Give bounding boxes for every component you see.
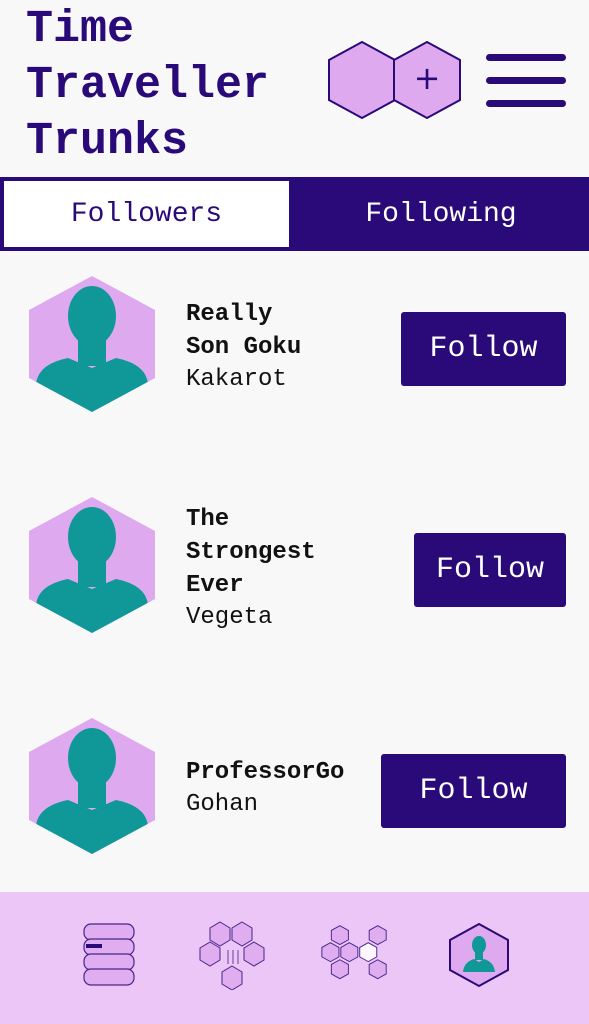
user-tag: The Strongest Ever <box>186 506 316 599</box>
avatar <box>29 718 155 854</box>
app-header: Time Traveller Trunks + <box>0 0 589 175</box>
tab-followers[interactable]: Followers <box>0 177 293 251</box>
avatar <box>29 497 155 633</box>
user-tag: Really Son Goku <box>186 301 302 361</box>
plus-icon: + <box>414 59 441 97</box>
app-title-line-3: Trunks <box>26 116 189 167</box>
follow-button[interactable]: Follow <box>381 754 566 828</box>
follow-tabs: Followers Following <box>0 177 589 251</box>
hex-network-icon[interactable] <box>320 920 390 990</box>
app-title-line-2: Traveller <box>26 60 270 111</box>
add-hexagon-button[interactable]: + <box>328 40 462 122</box>
user-name: Kakarot <box>186 366 287 393</box>
bottom-navigation <box>0 892 589 1024</box>
trunk-icon[interactable] <box>74 920 144 990</box>
app-title: Time Traveller Trunks <box>26 2 269 170</box>
user-info: ProfessorGo Gohan <box>186 756 344 821</box>
user-info: Really Son Goku Kakarot <box>186 298 301 396</box>
menu-icon[interactable] <box>486 54 566 110</box>
follow-button[interactable]: Follow <box>401 312 566 386</box>
user-info: The Strongest Ever Vegeta <box>186 503 316 634</box>
user-name: Gohan <box>186 791 259 818</box>
app-title-line-1: Time <box>26 4 135 55</box>
follow-button[interactable]: Follow <box>414 533 566 607</box>
profile-icon[interactable] <box>446 922 512 988</box>
user-list-item: Really Son Goku Kakarot Follow <box>0 276 589 416</box>
hex-cluster-icon[interactable] <box>198 920 268 990</box>
tab-following[interactable]: Following <box>293 177 589 251</box>
user-list-item: ProfessorGo Gohan Follow <box>0 718 589 858</box>
user-list-item: The Strongest Ever Vegeta Follow <box>0 497 589 637</box>
user-name: Vegeta <box>186 604 273 631</box>
user-tag: ProfessorGo <box>186 759 345 786</box>
avatar <box>29 276 155 412</box>
